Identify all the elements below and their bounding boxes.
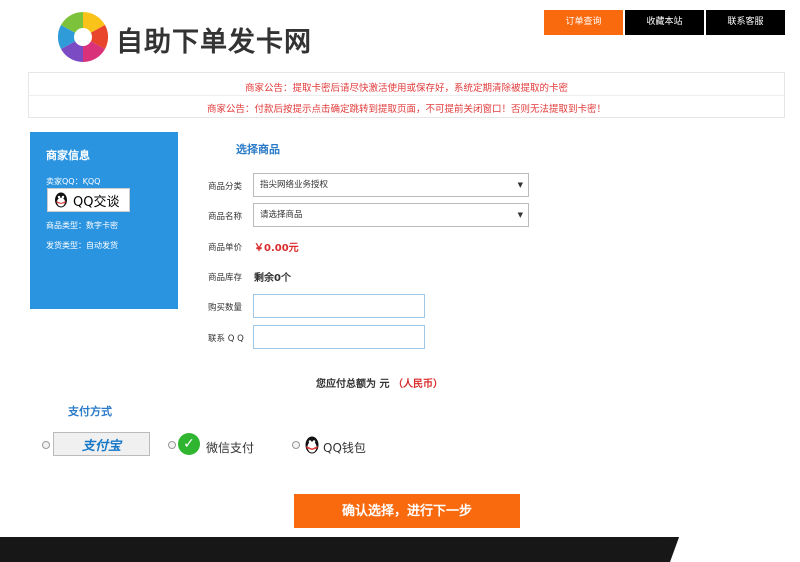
notice-divider bbox=[29, 95, 784, 96]
notice-line-1: 商家公告：提取卡密后请尽快激活使用或保存好，系统定期清除被提取的卡密 bbox=[244, 83, 568, 94]
top-nav: 订单查询 收藏本站 联系客服 bbox=[544, 10, 785, 35]
notice-line-2: 商家公告：付款后按提示点击确定跳转到提取页面，不可提前关闭窗口！否则无法提取到卡… bbox=[206, 104, 606, 115]
product-type: 商品类型：数字卡密 bbox=[46, 221, 118, 230]
qq-penguin-icon bbox=[55, 192, 67, 208]
notice-box: 商家公告：提取卡密后请尽快激活使用或保存好，系统定期清除被提取的卡密 商家公告：… bbox=[28, 72, 785, 118]
category-label: 商品分类 bbox=[208, 182, 243, 192]
qq-chat-button[interactable]: QQ交谈 bbox=[47, 188, 130, 212]
select-product-title: 选择商品 bbox=[236, 143, 280, 156]
stock-value: 剩余0个 bbox=[254, 273, 291, 284]
site-logo-icon bbox=[57, 11, 109, 63]
contact-qq-label: 联系 Q Q bbox=[208, 334, 244, 344]
product-name-placeholder: 请选择商品 bbox=[260, 210, 303, 220]
page: 自助下单发卡网 订单查询 收藏本站 联系客服 商家公告：提取卡密后请尽快激活使用… bbox=[0, 0, 800, 562]
merchant-panel: 商家信息 卖家QQ：ⱩQQ 商品类型：数字卡密 发货类型：自动发货 bbox=[30, 132, 178, 309]
qq-wallet-radio[interactable] bbox=[292, 441, 300, 449]
alipay-label: 支付宝 bbox=[81, 438, 121, 454]
site-title: 自助下单发卡网 bbox=[116, 27, 312, 58]
contact-qq-input[interactable] bbox=[253, 325, 425, 349]
unit-price-label: 商品单价 bbox=[208, 243, 243, 253]
qq-wallet-label[interactable]: QQ钱包 bbox=[323, 439, 366, 456]
alipay-option[interactable]: 支付宝 bbox=[53, 432, 150, 456]
wechat-pay-label[interactable]: 微信支付 bbox=[206, 439, 254, 456]
product-name-select[interactable]: 请选择商品 ▼ bbox=[253, 203, 529, 227]
wechat-radio[interactable] bbox=[168, 441, 176, 449]
seller-qq: 卖家QQ：ⱩQQ bbox=[46, 177, 101, 186]
category-select[interactable]: 指尖网络业务授权 ▼ bbox=[253, 173, 529, 197]
payment-method-title: 支付方式 bbox=[68, 405, 112, 418]
quantity-label: 购买数量 bbox=[208, 303, 243, 313]
qq-chat-label: QQ交谈 bbox=[73, 194, 120, 210]
quantity-input[interactable] bbox=[253, 294, 425, 318]
chevron-down-icon: ▼ bbox=[517, 211, 523, 219]
chevron-down-icon: ▼ bbox=[517, 181, 523, 189]
product-name-label: 商品名称 bbox=[208, 212, 243, 222]
delivery-type: 发货类型：自动发货 bbox=[46, 241, 118, 250]
merchant-title: 商家信息 bbox=[46, 149, 90, 162]
total-prefix: 您应付总额为 bbox=[316, 379, 376, 390]
footer-bar bbox=[0, 537, 660, 562]
total-unit: 元 bbox=[379, 379, 390, 390]
wechat-pay-icon: ✓ bbox=[178, 433, 200, 455]
category-value: 指尖网络业务授权 bbox=[260, 180, 329, 190]
nav-contact-service[interactable]: 联系客服 bbox=[706, 10, 785, 35]
total-amount: 您应付总额为 元 （人民币） bbox=[316, 375, 443, 390]
confirm-next-button[interactable]: 确认选择，进行下一步 bbox=[294, 494, 520, 528]
nav-bookmark[interactable]: 收藏本站 bbox=[625, 10, 704, 35]
qq-wallet-icon bbox=[305, 436, 319, 454]
stock-label: 商品库存 bbox=[208, 273, 243, 283]
nav-order-query[interactable]: 订单查询 bbox=[544, 10, 623, 35]
unit-price-value: ￥0.00元 bbox=[254, 243, 299, 254]
alipay-radio[interactable] bbox=[42, 441, 50, 449]
total-currency: （人民币） bbox=[392, 379, 443, 390]
